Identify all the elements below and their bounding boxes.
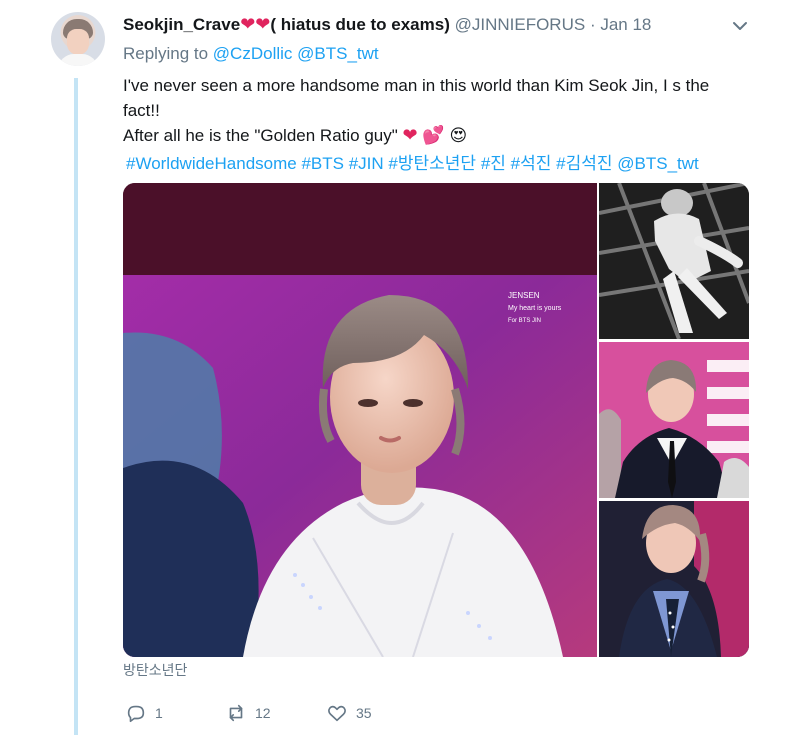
timestamp[interactable]: Jan 18 <box>600 15 651 34</box>
tweet-text-line: After all he is the "Golden Ratio guy" ❤… <box>123 123 743 148</box>
chevron-down-icon[interactable] <box>731 17 749 35</box>
heart-icon <box>328 705 346 722</box>
hashtag-jin-korean[interactable]: #진 <box>481 154 506 173</box>
reply-mention-bts-twt[interactable]: @BTS_twt <box>297 44 379 63</box>
reply-icon <box>127 705 145 723</box>
hashtag-bangtan[interactable]: #방탄소년단 <box>388 154 476 173</box>
like-count: 35 <box>356 705 372 721</box>
hashtag-worldwidehandsome[interactable]: #WorldwideHandsome <box>126 154 297 173</box>
hashtag-kim-seokjin-korean[interactable]: #김석진 <box>556 154 612 173</box>
heart-emoji: ❤ <box>255 14 271 34</box>
replying-to-label: Replying to <box>123 44 209 63</box>
main-photo[interactable]: JENSEN My heart is yours For BTS JIN <box>123 183 597 657</box>
media-grid[interactable]: JENSEN My heart is yours For BTS JIN <box>123 183 749 657</box>
watermark-line-3: For BTS JIN <box>508 318 541 324</box>
tweet-text: I've never seen a more handsome man in t… <box>123 73 743 148</box>
tweet-actions: 1 12 35 <box>125 701 545 725</box>
bottom-right-photo-illustration <box>599 501 749 657</box>
middle-right-photo-illustration <box>599 342 749 498</box>
hashtag-bts[interactable]: #BTS <box>301 154 344 173</box>
reply-button[interactable]: 1 <box>125 701 163 725</box>
thread-line <box>74 78 78 735</box>
main-photo-illustration: JENSEN My heart is yours For BTS JIN <box>123 183 597 657</box>
reply-mention-czdollic[interactable]: @CzDollic <box>213 44 293 63</box>
mention-bts-twt[interactable]: @BTS_twt <box>617 154 699 173</box>
replying-to: Replying to @CzDollic @BTS_twt <box>123 44 379 64</box>
hearts-emoji: 💕 <box>422 125 445 145</box>
bottom-right-photo[interactable] <box>599 501 749 657</box>
watermark-line-1: JENSEN <box>508 291 540 300</box>
tweet-header: Seokjin_Crave❤❤( hiatus due to exams) @J… <box>123 13 651 37</box>
heart-emoji: ❤ <box>240 14 256 34</box>
hashtag-seokjin-korean[interactable]: #석진 <box>511 154 552 173</box>
retweet-icon <box>229 704 243 722</box>
location-tag[interactable]: 방탄소년단 <box>123 660 187 680</box>
middle-right-photo[interactable] <box>599 342 749 498</box>
hashtag-list: #WorldwideHandsome #BTS #JIN #방탄소년단 #진 #… <box>126 149 699 174</box>
retweet-button[interactable]: 12 <box>225 701 271 725</box>
avatar-shirt <box>58 54 98 66</box>
watermark-line-2: My heart is yours <box>508 305 562 312</box>
avatar[interactable] <box>51 12 105 66</box>
top-right-photo-illustration <box>599 183 749 339</box>
reply-count: 1 <box>155 705 163 721</box>
like-button[interactable]: 35 <box>326 701 372 725</box>
retweet-count: 12 <box>255 705 271 721</box>
display-name-suffix[interactable]: ( hiatus due to exams) <box>270 15 449 34</box>
avatar-face <box>67 29 89 55</box>
top-right-photo[interactable] <box>599 183 749 339</box>
hashtag-jin[interactable]: #JIN <box>349 154 384 173</box>
user-handle[interactable]: @JINNIEFORUS <box>455 15 586 34</box>
tweet-text-content: After all he is the "Golden Ratio guy" <box>123 126 398 145</box>
display-name[interactable]: Seokjin_Crave <box>123 15 240 34</box>
heart-eyes-emoji: 😍 <box>449 126 468 145</box>
tweet-text-line: I've never seen a more handsome man in t… <box>123 76 710 120</box>
heart-emoji: ❤ <box>402 125 418 145</box>
timestamp-separator: · <box>589 15 596 34</box>
